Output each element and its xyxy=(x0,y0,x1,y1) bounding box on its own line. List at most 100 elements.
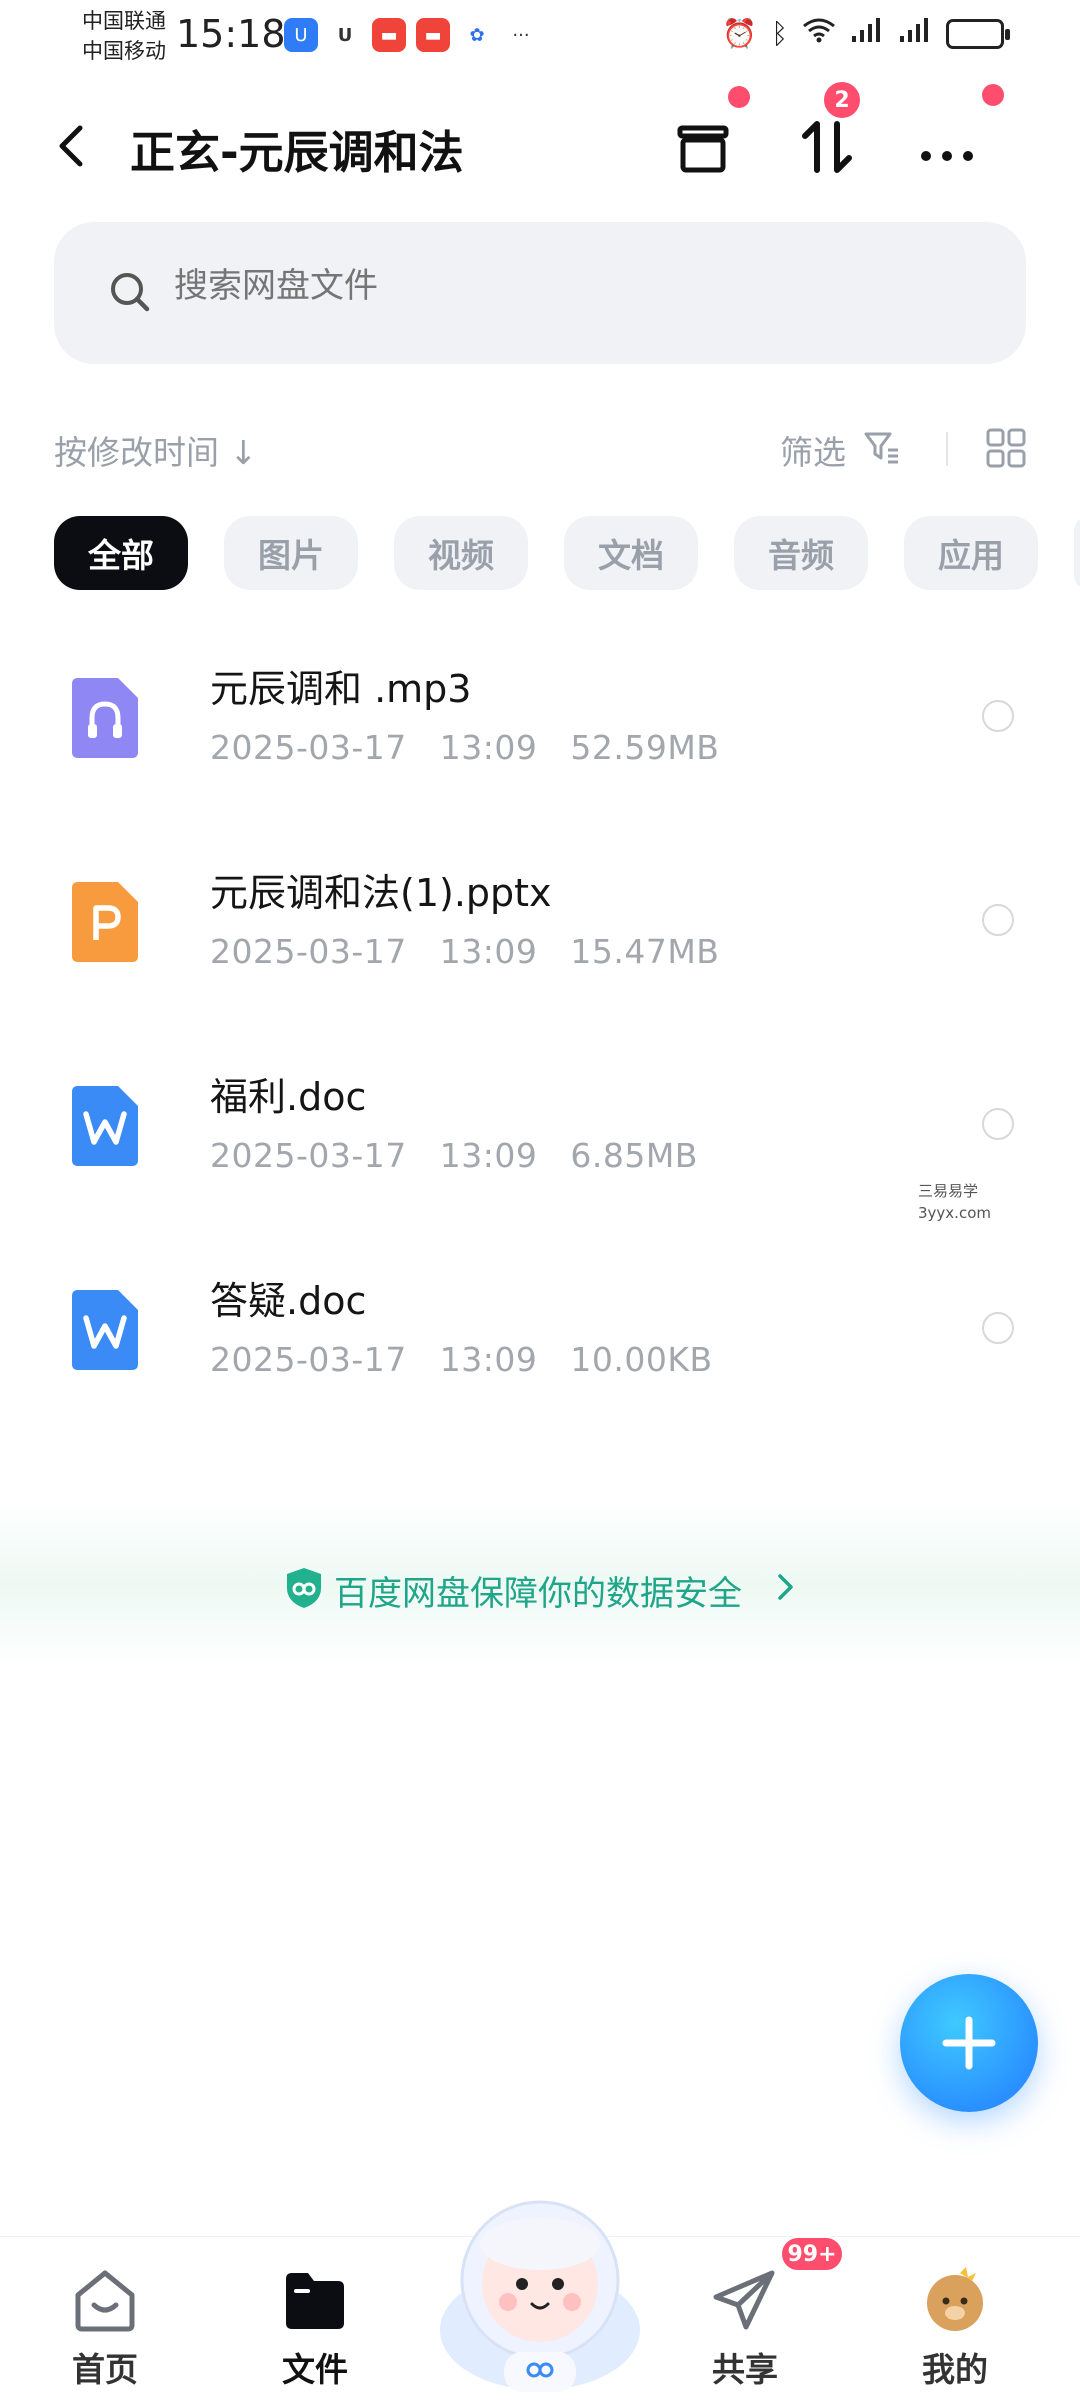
file-size: 52.59MB xyxy=(570,728,720,767)
signal-icon-1 xyxy=(850,16,884,51)
folder-icon xyxy=(286,2273,344,2329)
sort-by-modified-button[interactable]: 按修改时间 ↓ xyxy=(54,426,257,474)
watermark-line-2: 3yyx.com xyxy=(918,1204,991,1222)
search-input[interactable] xyxy=(174,266,874,306)
notification-icons: U U ▬ ▬ ✿ ··· xyxy=(284,18,538,52)
file-time: 13:09 xyxy=(439,932,538,971)
nav-share-label: 共享 xyxy=(712,2350,778,2389)
file-name: 福利.doc xyxy=(210,1075,367,1119)
filter-label: 筛选 xyxy=(780,433,846,472)
file-name: 答疑.doc xyxy=(210,1279,367,1323)
app-notification-icon: U xyxy=(337,24,353,46)
file-size: 10.00KB xyxy=(570,1340,713,1379)
word-file-icon xyxy=(72,1086,138,1166)
sort-filter-bar: 按修改时间 ↓ 筛选 xyxy=(0,420,1080,480)
select-checkbox[interactable] xyxy=(982,700,1014,732)
archive-box-icon xyxy=(677,125,729,173)
file-meta: 2025-03-17 13:09 10.00KB xyxy=(210,1340,713,1379)
file-meta: 2025-03-17 13:09 15.47MB xyxy=(210,932,719,971)
chip-videos[interactable]: 视频 xyxy=(394,516,528,590)
select-checkbox[interactable] xyxy=(982,1312,1014,1344)
shop-notification-icon: ▬ xyxy=(416,18,450,52)
sort-down-arrow-icon: ↓ xyxy=(229,433,258,472)
filter-button[interactable]: 筛选 xyxy=(780,426,846,474)
search-bar[interactable] xyxy=(54,222,1026,364)
alarm-icon: ⏰ xyxy=(722,17,758,50)
signal-icon-2 xyxy=(898,16,932,51)
chip-all[interactable]: 全部 xyxy=(54,516,188,590)
transfer-arrows-icon xyxy=(802,121,852,173)
select-checkbox[interactable] xyxy=(982,1108,1014,1140)
nav-home[interactable]: 首页 xyxy=(30,2237,180,2400)
carrier-info: 中国联通 中国移动 xyxy=(82,6,166,66)
status-bar: 中国联通 中国移动 15:18 U U ▬ ▬ ✿ ··· ⏰ ᛒ xyxy=(0,0,1080,72)
share-count-badge: 99+ xyxy=(780,2236,844,2272)
select-checkbox[interactable] xyxy=(982,904,1014,936)
more-button[interactable] xyxy=(912,112,982,182)
file-date: 2025-03-17 xyxy=(210,1340,407,1379)
nav-mine-label: 我的 xyxy=(922,2350,988,2389)
nav-files-label: 文件 xyxy=(282,2350,348,2389)
file-name: 元辰调和 .mp3 xyxy=(210,667,472,711)
file-date: 2025-03-17 xyxy=(210,1136,407,1175)
watermark: 三易易学 3yyx.com xyxy=(918,1180,991,1224)
audio-file-icon xyxy=(72,678,138,758)
data-safety-banner[interactable]: 百度网盘保障你的数据安全 xyxy=(0,1500,1080,1670)
shield-icon xyxy=(287,1568,321,1608)
nav-files[interactable]: 文件 xyxy=(240,2237,390,2400)
more-dots-icon xyxy=(921,151,973,161)
transfer-count-badge: 2 xyxy=(824,82,860,118)
file-time: 13:09 xyxy=(439,1340,538,1379)
avatar xyxy=(927,2267,983,2331)
filter-funnel-icon[interactable] xyxy=(862,428,902,468)
system-icons: ⏰ ᛒ xyxy=(722,16,1010,51)
file-time: 13:09 xyxy=(439,728,538,767)
safety-text: 百度网盘保障你的数据安全 xyxy=(334,1574,742,1614)
ppt-file-icon xyxy=(72,882,138,962)
chip-documents[interactable]: 文档 xyxy=(564,516,698,590)
sort-label: 按修改时间 xyxy=(54,433,219,472)
status-time: 15:18 xyxy=(176,12,286,56)
more-notifications-icon: ··· xyxy=(512,24,530,46)
category-chips: 全部 图片 视频 文档 音频 应用 xyxy=(54,516,1080,590)
chip-images[interactable]: 图片 xyxy=(224,516,358,590)
list-item[interactable]: 元辰调和法(1).pptx 2025-03-17 13:09 15.47MB xyxy=(0,824,1080,1028)
plus-icon xyxy=(942,2016,996,2070)
grid-view-icon[interactable] xyxy=(984,426,1028,470)
file-time: 13:09 xyxy=(439,1136,538,1175)
divider xyxy=(946,432,948,466)
page-title: 正玄-元辰调和法 xyxy=(130,126,464,179)
file-meta: 2025-03-17 13:09 52.59MB xyxy=(210,728,719,767)
search-icon xyxy=(111,273,150,312)
list-item[interactable]: 元辰调和 .mp3 2025-03-17 13:09 52.59MB xyxy=(0,620,1080,824)
watermark-line-1: 三易易学 xyxy=(918,1182,979,1200)
file-size: 6.85MB xyxy=(570,1136,698,1175)
app-notification-icon: U xyxy=(284,18,318,52)
transfer-button[interactable] xyxy=(792,112,862,182)
shop-notification-icon: ▬ xyxy=(372,18,406,52)
file-size: 15.47MB xyxy=(570,932,720,971)
back-arrow-icon xyxy=(59,125,83,167)
back-button[interactable] xyxy=(50,116,100,176)
home-icon xyxy=(75,2270,135,2332)
file-name: 元辰调和法(1).pptx xyxy=(210,871,552,915)
wifi-icon xyxy=(802,17,836,50)
file-meta: 2025-03-17 13:09 6.85MB xyxy=(210,1136,698,1175)
chip-apps[interactable]: 应用 xyxy=(904,516,1038,590)
chip-more-partial[interactable] xyxy=(1074,516,1080,590)
battery-icon xyxy=(946,18,1010,49)
chip-audio[interactable]: 音频 xyxy=(734,516,868,590)
archive-button[interactable] xyxy=(668,112,738,182)
top-app-bar: 正玄-元辰调和法 2 xyxy=(0,82,1080,196)
mascot-assistant-button[interactable] xyxy=(430,2180,650,2400)
add-button[interactable] xyxy=(900,1974,1038,2112)
nav-home-label: 首页 xyxy=(72,2350,138,2389)
carrier-1: 中国联通 xyxy=(82,9,166,33)
file-date: 2025-03-17 xyxy=(210,728,407,767)
carrier-2: 中国移动 xyxy=(82,39,166,63)
file-list: 元辰调和 .mp3 2025-03-17 13:09 52.59MB 元辰调和法… xyxy=(0,620,1080,1436)
astronaut-mascot-icon xyxy=(440,2200,640,2392)
list-item[interactable]: 答疑.doc 2025-03-17 13:09 10.00KB xyxy=(0,1232,1080,1436)
archive-red-dot xyxy=(728,86,750,108)
nav-mine[interactable]: 我的 xyxy=(880,2237,1030,2400)
